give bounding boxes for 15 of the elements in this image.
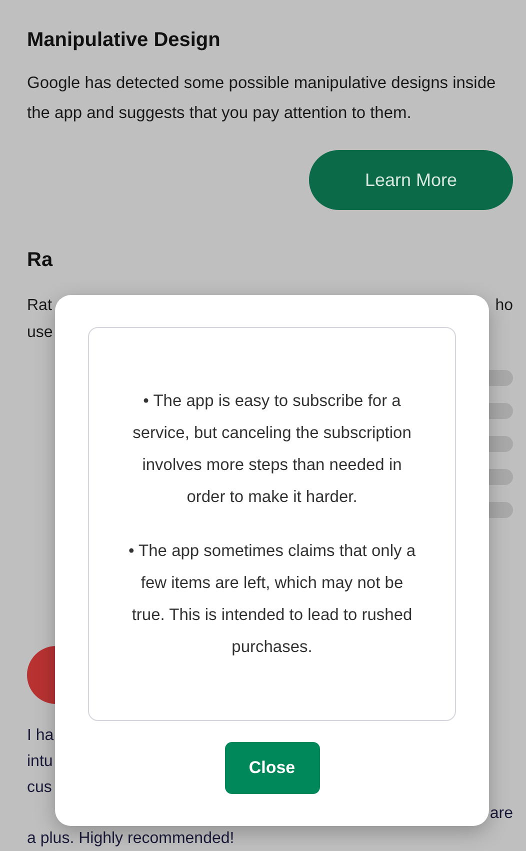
text-fragment: I ha — [27, 726, 54, 746]
learn-more-button[interactable]: Learn More — [309, 150, 513, 210]
text-fragment: cus — [27, 778, 52, 798]
text-fragment: a plus. Highly recommended! — [27, 829, 234, 849]
section-title: Manipulative Design — [27, 28, 222, 53]
message-text: • The app sometimes claims that only a few items are left, which may not be true. This is intended to lead to rushed purchases. — [127, 541, 417, 658]
text-fragment: ho — [495, 296, 513, 316]
text-fragment: Rat — [27, 296, 52, 316]
message-text: • The app is easy to subscribe for a service, but canceling the subscription involves more steps than needed in order to make it harder. — [132, 391, 412, 508]
section-title: Ra — [27, 248, 54, 273]
text-fragment: are — [490, 804, 513, 824]
section-description: Google has detected some possible manipulative designs inside the app and suggests that you pay attention to them. — [27, 73, 497, 124]
text-fragment: use — [27, 323, 53, 343]
close-button[interactable]: Close — [224, 742, 320, 794]
text-fragment: intu — [27, 752, 53, 772]
